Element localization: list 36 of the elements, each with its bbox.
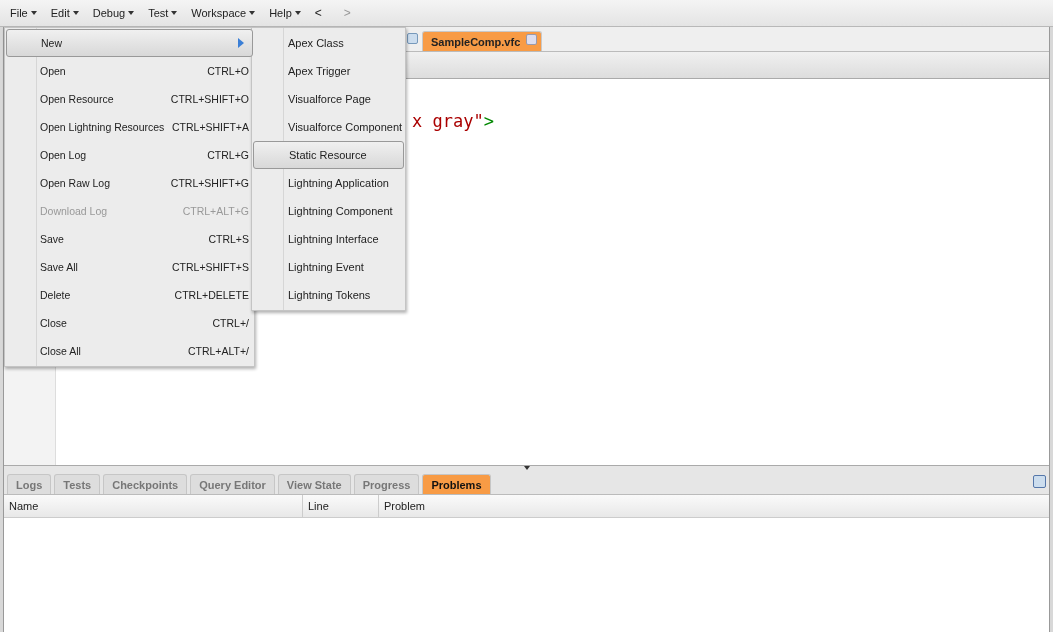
menu-item[interactable]: Visualforce Component	[252, 113, 405, 141]
menu-item[interactable]: File	[10, 7, 37, 19]
menu-item[interactable]: Edit	[50, 7, 79, 19]
tab-label: SampleComp.vfc	[431, 35, 521, 48]
menu-item[interactable]: Apex Class	[252, 29, 405, 57]
menu-item[interactable]: Open Resource CTRL+SHIFT+O	[5, 85, 254, 113]
menu-item[interactable]: Close All CTRL+ALT+/	[5, 337, 254, 365]
menu-item[interactable]: Lightning Component	[252, 197, 405, 225]
menu-item[interactable]: Open Lightning Resources CTRL+SHIFT+A	[5, 113, 254, 141]
menu-item[interactable]: New	[6, 29, 253, 57]
column-header[interactable]: Name	[4, 495, 303, 517]
menu-item[interactable]: Debug	[92, 7, 135, 19]
menu-item[interactable]: Apex Trigger	[252, 57, 405, 85]
menu-item[interactable]: Close CTRL+/	[5, 309, 254, 337]
menu-item[interactable]: Open Raw Log CTRL+SHIFT+G	[5, 169, 254, 197]
menu-item[interactable]: Save CTRL+S	[5, 225, 254, 253]
menu-item[interactable]: Open Log CTRL+G	[5, 141, 254, 169]
editor-tab[interactable]: SampleComp.vfc	[422, 31, 543, 51]
column-header[interactable]: Problem	[379, 495, 1049, 517]
menu-item[interactable]: Lightning Interface	[252, 225, 405, 253]
menu-item[interactable]: Lightning Application	[252, 169, 405, 197]
back-button[interactable]: <	[314, 6, 322, 20]
column-header[interactable]: Line	[303, 495, 379, 517]
submenu-arrow-icon	[238, 38, 244, 48]
menu-item[interactable]: Save All CTRL+SHIFT+S	[5, 253, 254, 281]
menu-item: Download Log CTRL+ALT+G	[39, 204, 250, 219]
menu-item[interactable]: Open CTRL+O	[5, 57, 254, 85]
menu-item[interactable]: Lightning Event	[252, 253, 405, 281]
menu-item[interactable]: Workspace	[191, 7, 256, 19]
panel-tab[interactable]: Problems	[422, 474, 491, 494]
menu-item[interactable]: Lightning Tokens	[252, 281, 405, 309]
menu-item[interactable]: Test	[148, 7, 178, 19]
menu-item[interactable]: Static Resource	[253, 141, 404, 169]
menu-item[interactable]: Help	[269, 7, 301, 19]
menu-item[interactable]: Delete CTRL+DELETE	[5, 281, 254, 309]
menu-item[interactable]: Visualforce Page	[252, 85, 405, 113]
